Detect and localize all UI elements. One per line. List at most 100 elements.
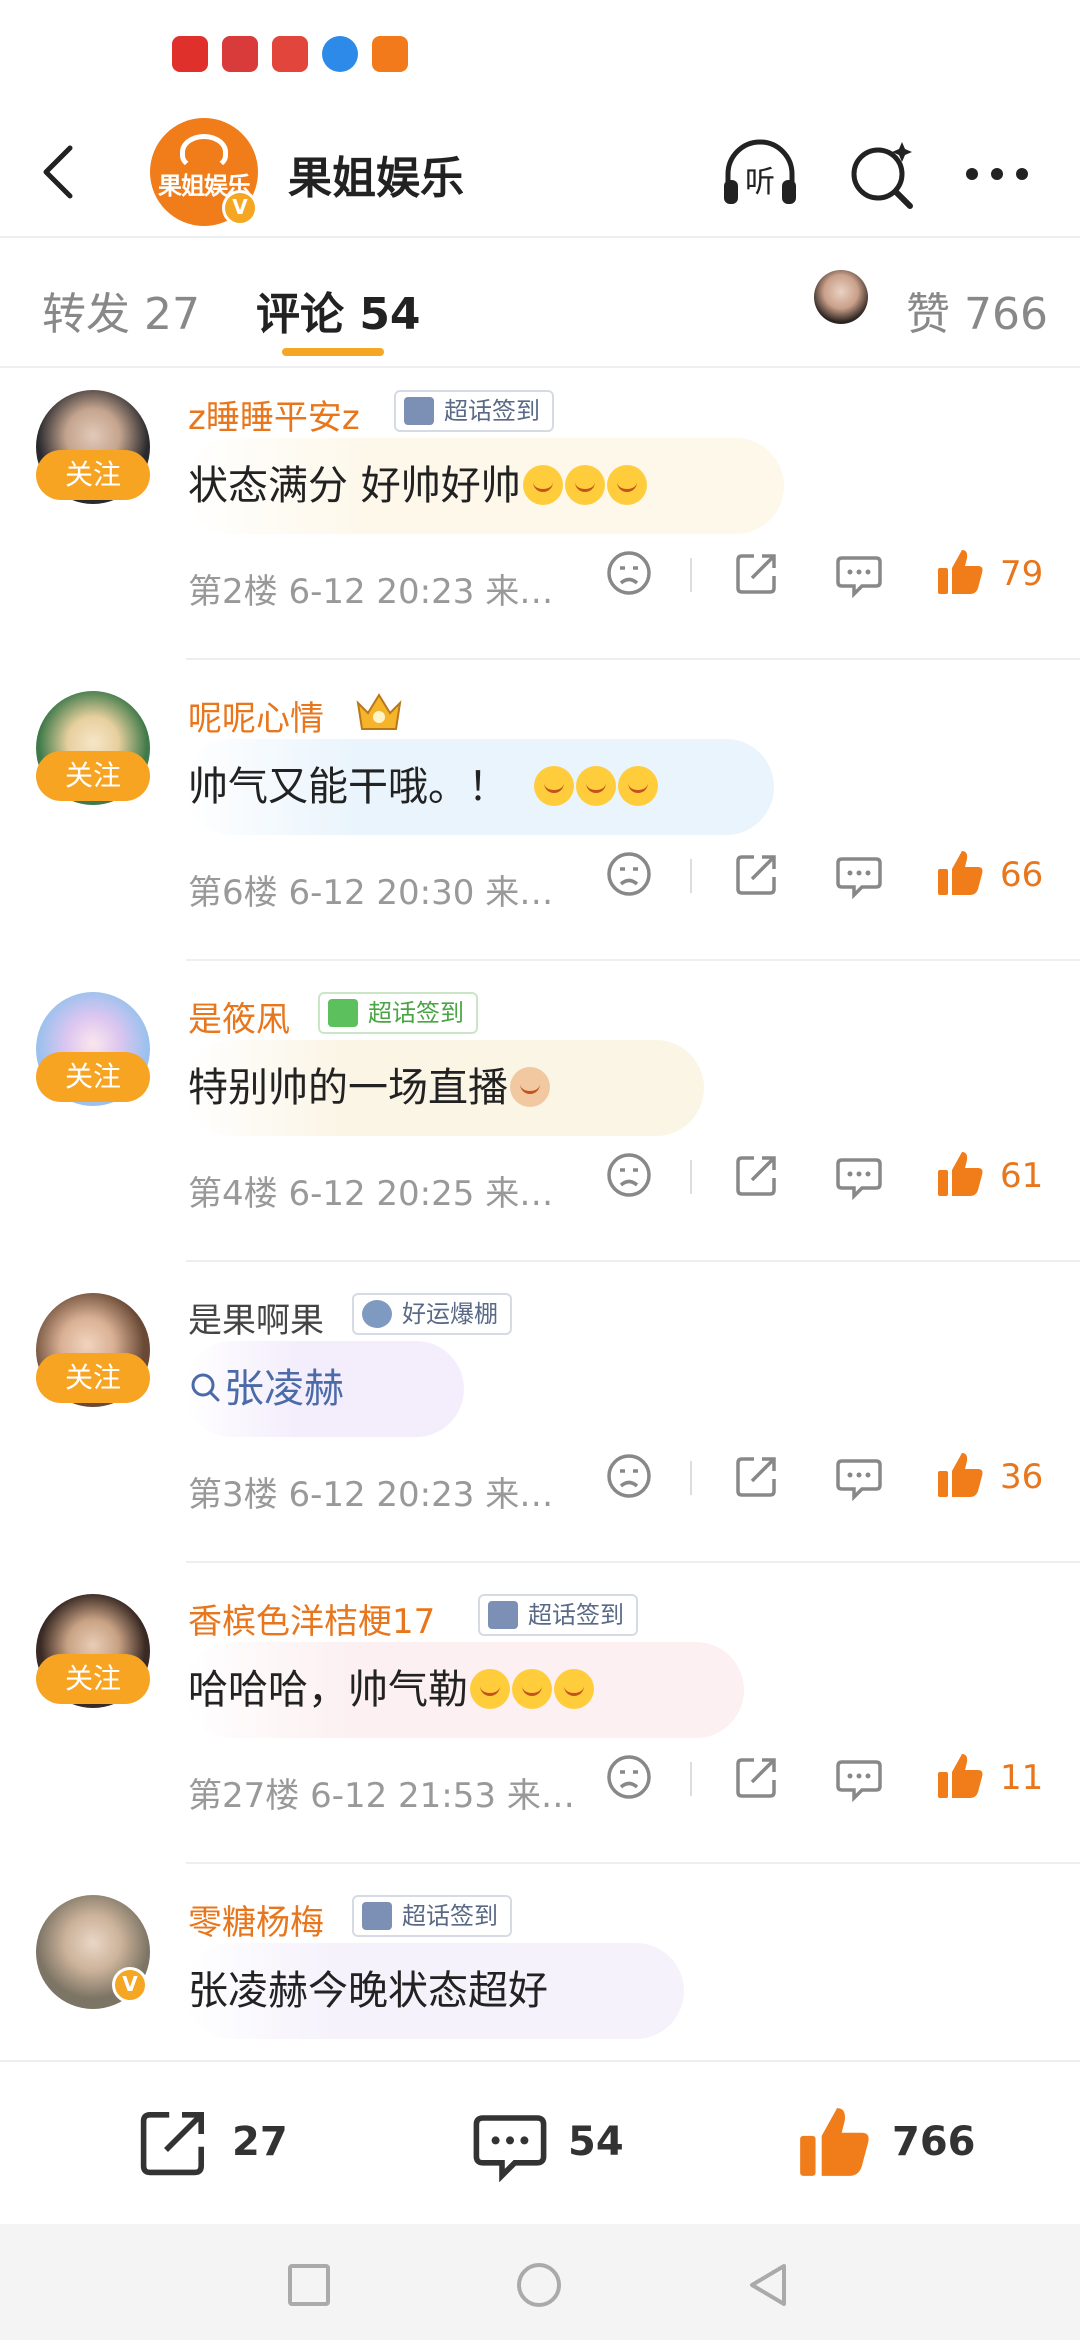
tab-likes[interactable]: 赞 766 [906, 278, 1048, 342]
comment-meta: 第27楼 6-12 21:53 来… [188, 1776, 575, 1816]
repost-icon [140, 2112, 204, 2176]
follow-button[interactable]: 关注 [36, 1654, 150, 1704]
react-face-icon[interactable] [604, 1451, 654, 1501]
verified-badge-icon: V [222, 190, 258, 226]
comment-meta: 第3楼 6-12 20:23 来… [188, 1475, 554, 1515]
like-action[interactable]: 766 [794, 2102, 976, 2182]
react-face-icon[interactable] [604, 1150, 654, 1200]
system-navigation-bar [0, 2224, 1080, 2340]
thumbs-up-icon[interactable] [934, 546, 986, 598]
top-header: 果姐娱乐 V 果姐娱乐 听 [0, 110, 1080, 238]
share-icon[interactable] [732, 1752, 782, 1802]
commenter-name[interactable]: 香槟色洋桔梗17 [188, 1594, 435, 1643]
search-sparkle-icon[interactable] [846, 136, 918, 212]
tab-reposts[interactable]: 转发 27 [42, 278, 200, 342]
thumbs-up-icon[interactable] [934, 1750, 986, 1802]
react-face-icon[interactable] [604, 548, 654, 598]
follow-button[interactable]: 关注 [36, 1353, 150, 1403]
supertopic-checkin-badge[interactable]: 超话签到 [478, 1594, 638, 1636]
comment-bubble[interactable]: 状态满分 好帅好帅 [184, 438, 784, 534]
commenter-name[interactable]: 零糖杨梅 [188, 1895, 324, 1944]
listen-headphones-icon[interactable]: 听 [718, 136, 802, 212]
recent-apps-square-icon[interactable] [284, 2260, 334, 2310]
share-icon[interactable] [732, 1150, 782, 1200]
badge-label: 超话签到 [402, 1902, 498, 1930]
comment-text: 帅气又能干哦。！ [188, 764, 508, 810]
share-icon[interactable] [732, 548, 782, 598]
comment-meta: 第2楼 6-12 20:23 来… [188, 572, 554, 612]
more-dots-icon[interactable] [960, 150, 1034, 198]
comment-bubble[interactable]: 张凌赫今晚状态超好 [184, 1943, 684, 2039]
supertopic-checkin-badge[interactable]: 超话签到 [352, 1895, 512, 1937]
reply-icon[interactable] [834, 1150, 884, 1201]
liker-avatar[interactable] [814, 270, 868, 324]
back-arrow-icon[interactable] [30, 140, 94, 204]
reply-icon[interactable] [834, 1451, 884, 1502]
commenter-name[interactable]: 呢呢心情 [188, 691, 324, 740]
supertopic-checkin-badge[interactable]: 超话签到 [394, 390, 554, 432]
clover-icon [362, 1300, 392, 1328]
supertopic-checkin-badge[interactable]: 超话签到 [318, 992, 478, 1034]
thumbs-up-icon[interactable] [934, 1449, 986, 1501]
divider [186, 1862, 1080, 1864]
good-luck-badge[interactable]: 好运爆棚 [352, 1293, 512, 1335]
react-face-icon[interactable] [604, 1752, 654, 1802]
thumbs-up-icon [800, 2108, 869, 2176]
meta-divider [690, 1762, 692, 1796]
tab-bar: 转发 27 评论 54 赞 766 [0, 238, 1080, 368]
huawei-app-icon [222, 36, 258, 72]
account-name[interactable]: 果姐娱乐 [288, 142, 464, 206]
share-icon[interactable] [732, 1451, 782, 1501]
commenter-name[interactable]: 是果啊果 [188, 1293, 324, 1342]
browser-app-icon [322, 36, 358, 72]
commenter-name[interactable]: 是筱凩 [188, 992, 290, 1041]
follow-button[interactable]: 关注 [36, 450, 150, 500]
like-count: 79 [1000, 554, 1044, 594]
comment-item: V 零糖杨梅 超话签到 张凌赫今晚状态超好 [0, 1873, 1080, 2060]
comment-bubble[interactable]: 哈哈哈，帅气勒 [184, 1642, 744, 1738]
kiss-emoji-icon [522, 465, 563, 505]
checkin-icon [362, 1902, 392, 1930]
active-tab-indicator [282, 348, 384, 356]
finger-heart-emoji-icon [510, 1067, 550, 1107]
meta-divider [690, 859, 692, 893]
comment-action[interactable]: 54 [470, 2102, 624, 2182]
follow-button[interactable]: 关注 [36, 1052, 150, 1102]
tab-comments[interactable]: 评论 54 [256, 278, 421, 342]
back-triangle-icon[interactable] [744, 2260, 794, 2310]
reply-icon[interactable] [834, 1752, 884, 1803]
comment-text: 状态满分 好帅好帅 [188, 463, 521, 509]
reply-icon[interactable] [834, 548, 884, 599]
thumbs-up-icon[interactable] [934, 1148, 986, 1200]
crown-member-icon [352, 689, 406, 735]
repost-action[interactable]: 27 [134, 2102, 288, 2182]
notification-app-icons [172, 36, 408, 72]
comment-item: 关注 z睡睡平安z 超话签到 状态满分 好帅好帅 第2楼 6-12 20:23 … [0, 368, 1080, 668]
commenter-name[interactable]: z睡睡平安z [188, 390, 360, 439]
home-circle-icon[interactable] [514, 2260, 564, 2310]
comment-item: 关注 是筱凩 超话签到 特别帅的一场直播 第4楼 6-12 20:25 来… 6… [0, 970, 1080, 1270]
divider [186, 658, 1080, 660]
comment-bubble[interactable]: 张凌赫 [184, 1341, 464, 1437]
react-face-icon[interactable] [604, 849, 654, 899]
repost-count: 27 [232, 2119, 288, 2165]
bottom-action-bar: 27 54 766 [0, 2060, 1080, 2224]
comment-bubble[interactable]: 特别帅的一场直播 [184, 1040, 704, 1136]
follow-button[interactable]: 关注 [36, 751, 150, 801]
verified-badge-icon: V [112, 1967, 148, 2003]
share-icon[interactable] [732, 849, 782, 899]
reader-app-icon [272, 36, 308, 72]
thumbs-up-icon[interactable] [934, 847, 986, 899]
divider [186, 1260, 1080, 1262]
reply-icon[interactable] [834, 849, 884, 900]
comment-icon [473, 2115, 547, 2182]
comment-bubble[interactable]: 帅气又能干哦。！ [184, 739, 774, 835]
crying-laugh-emoji-icon [554, 1669, 594, 1709]
topic-search-link[interactable]: 张凌赫 [224, 1366, 344, 1412]
divider [186, 1561, 1080, 1563]
heart-eyes-emoji-icon [534, 766, 574, 806]
heart-eyes-emoji-icon [576, 766, 616, 806]
comment-meta: 第4楼 6-12 20:25 来… [188, 1174, 554, 1214]
logo-swirl [180, 134, 228, 170]
checkin-icon [404, 397, 434, 425]
